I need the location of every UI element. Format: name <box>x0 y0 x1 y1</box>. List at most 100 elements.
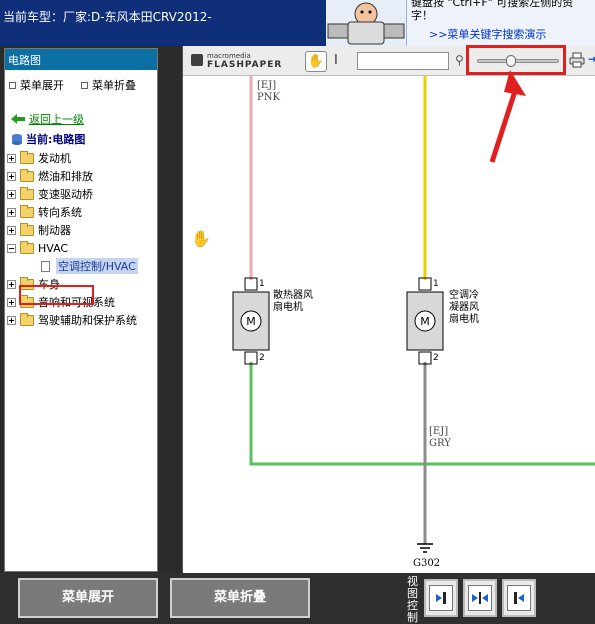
back-arrow-icon <box>11 114 25 124</box>
motor2-label-line1: 空调冷 <box>449 288 479 301</box>
expand-toggle-icon[interactable] <box>7 315 16 325</box>
wire1-color-label: PNK <box>257 92 280 103</box>
ground-label: G302 <box>413 558 440 569</box>
print-icon[interactable] <box>569 52 585 68</box>
tree-leaf-hvac-control[interactable]: 空调控制/HVAC <box>5 257 159 275</box>
mascot-image <box>326 0 406 46</box>
folder-icon <box>20 312 34 326</box>
flashpaper-viewer: macromedia FLASHPAPER ✋ I ⚲ ⇥ [EJ] PNK M… <box>182 45 595 573</box>
arrow-left-bar-icon <box>514 592 524 604</box>
wire2-color-label: GRY <box>429 438 451 449</box>
motor1-label-line2: 扇电机 <box>273 300 303 313</box>
tree-item-label: 变速驱动桥 <box>38 188 93 201</box>
tree-item-label: 发动机 <box>38 152 71 165</box>
expand-toggle-icon[interactable] <box>7 171 16 181</box>
folder-icon <box>20 186 34 200</box>
tree-item-label: HVAC <box>38 241 69 255</box>
expand-toggle-icon[interactable] <box>7 189 16 199</box>
wire1-ej-label: [EJ] <box>257 80 276 91</box>
tree-item-fuel[interactable]: 燃油和排放 <box>5 167 159 185</box>
tree-leaf-label: 空调控制/HVAC <box>56 258 138 274</box>
search-hint-text: 键盘按 "Ctrl+F" 可搜索左侧的资 字！ <box>411 0 574 22</box>
find-icon[interactable]: ⇥ <box>588 52 595 66</box>
hand-cursor-icon: ✋ <box>191 229 211 248</box>
expand-toggle-icon[interactable] <box>7 225 16 235</box>
logo-big-text: FLASHPAPER <box>207 60 283 70</box>
motor2-label-line2: 凝器风 <box>449 301 479 313</box>
motor2-pin2: 2 <box>433 353 439 363</box>
arrow-right-bar-icon <box>436 592 446 604</box>
motor2-label-line3: 扇电机 <box>449 312 479 325</box>
zoom-highlight-box <box>466 45 566 75</box>
tree-item-transaxle[interactable]: 变速驱动桥 <box>5 185 159 203</box>
view-right-panel-button[interactable] <box>502 579 536 617</box>
wire2-ej-label: [EJ] <box>429 426 448 437</box>
radiator-fan-motor: M <box>232 277 270 365</box>
open-folder-icon <box>20 240 34 254</box>
tree-item-steering[interactable]: 转向系统 <box>5 203 159 221</box>
folder-icon <box>20 168 34 182</box>
svg-text:M: M <box>420 315 430 328</box>
split-arrows-icon <box>472 592 488 604</box>
view-control-label: 视图控制 <box>407 575 418 624</box>
tree-item-brakes[interactable]: 制动器 <box>5 221 159 239</box>
folder-icon <box>20 222 34 236</box>
back-link-label: 返回上一级 <box>29 113 84 126</box>
bottom-bar: 菜单展开 菜单折叠 视图控制 <box>0 573 595 624</box>
view-left-panel-button[interactable] <box>424 579 458 617</box>
database-icon <box>12 134 22 145</box>
collapse-toggle-icon[interactable] <box>7 243 16 253</box>
current-location-label: 当前:电路图 <box>26 133 86 146</box>
motor1-label: 散热器风 扇电机 <box>273 288 316 313</box>
ac-condenser-fan-motor: M <box>406 277 444 365</box>
flashpaper-logo: macromedia FLASHPAPER <box>191 52 281 70</box>
tree-item-label: 燃油和排放 <box>38 170 93 183</box>
tree-item-hvac[interactable]: HVAC <box>5 239 159 257</box>
viewer-toolbar: macromedia FLASHPAPER ✋ I ⚲ ⇥ <box>183 45 595 76</box>
top-banner: 当前车型：厂家:D-东风本田CRV2012- 键盘按 "Ctrl+F" 可搜索左… <box>0 0 595 46</box>
expand-square-icon <box>9 81 16 89</box>
hand-tool-button[interactable]: ✋ <box>305 51 327 72</box>
search-demo-link[interactable]: >>菜单关键字搜索演示 <box>429 26 546 42</box>
view-split-button[interactable] <box>463 579 497 617</box>
search-input[interactable] <box>357 52 449 70</box>
collapse-square-icon <box>81 81 88 89</box>
ground-symbol <box>417 543 433 553</box>
search-hint-panel: 键盘按 "Ctrl+F" 可搜索左侧的资 字！ >>菜单关键字搜索演示 <box>406 0 595 46</box>
logo-small-text: macromedia <box>207 52 251 60</box>
panel-title: 电路图 <box>5 49 157 70</box>
motor1-label-line1: 散热器风 <box>273 288 313 301</box>
tree-item-label: 驾驶辅助和保护系统 <box>38 314 137 327</box>
tree-item-label: 转向系统 <box>38 206 82 219</box>
motor1-pin2: 2 <box>259 353 265 363</box>
green-wire <box>249 362 595 466</box>
menu-expand-label: 菜单展开 <box>20 79 64 92</box>
folder-icon <box>20 150 34 164</box>
expand-toggle-icon[interactable] <box>7 279 16 289</box>
macromedia-logo-icon <box>191 54 203 66</box>
text-select-icon[interactable]: I <box>334 53 338 68</box>
expand-toggle-icon[interactable] <box>7 207 16 217</box>
folder-icon <box>20 204 34 218</box>
motor2-label: 空调冷 凝器风 扇电机 <box>449 288 482 325</box>
back-link[interactable]: 返回上一级 <box>11 111 84 127</box>
current-car-model: 当前车型：厂家:D-东风本田CRV2012- <box>3 10 212 24</box>
left-tree-panel: 电路图 菜单展开 菜单折叠 返回上一级 当前:电路图 发动机 燃油和排放 变速驱… <box>4 48 158 572</box>
expand-toggle-icon[interactable] <box>7 297 16 307</box>
tree-item-driver-assist[interactable]: 驾驶辅助和保护系统 <box>5 311 159 329</box>
wiring-schematic: [EJ] PNK M 1 2 散热器风 扇电机 M 1 2 空调冷 凝器风 扇电… <box>191 76 595 569</box>
tree-item-engine[interactable]: 发动机 <box>5 149 159 167</box>
tree-item-label: 制动器 <box>38 224 71 237</box>
current-location: 当前:电路图 <box>11 131 85 147</box>
menu-expand-link[interactable]: 菜单展开 <box>9 77 64 93</box>
document-icon <box>41 260 50 272</box>
motor2-pin1: 1 <box>433 279 439 289</box>
menu-collapse-link[interactable]: 菜单折叠 <box>81 77 136 93</box>
svg-text:M: M <box>246 315 256 328</box>
motor1-pin1: 1 <box>259 279 265 289</box>
collapse-menu-button[interactable]: 菜单折叠 <box>170 578 310 618</box>
expand-toggle-icon[interactable] <box>7 153 16 163</box>
menu-collapse-label: 菜单折叠 <box>92 79 136 92</box>
zoom-out-icon[interactable]: ⚲ <box>455 53 464 67</box>
expand-menu-button[interactable]: 菜单展开 <box>18 578 158 618</box>
